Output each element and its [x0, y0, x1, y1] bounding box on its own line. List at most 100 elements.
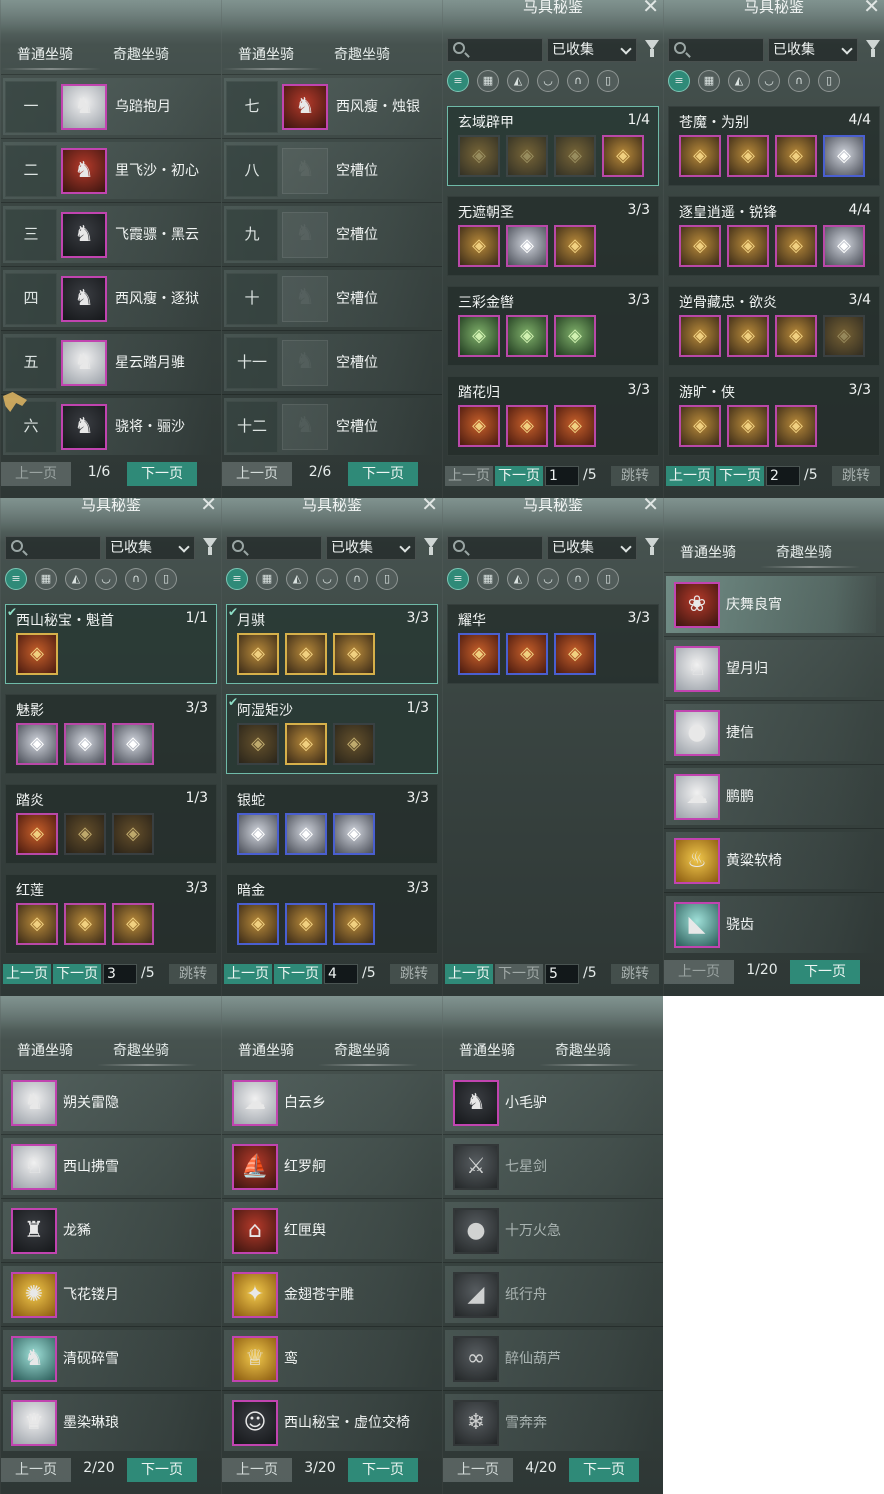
mount-row[interactable]: ♛ 墨染琳琅 — [1, 1390, 221, 1454]
gear-item-icon[interactable]: ◈ — [727, 225, 769, 267]
gear-item-icon[interactable]: ◈ — [112, 723, 154, 765]
close-icon[interactable]: ✕ — [200, 498, 217, 514]
filter-funnel-icon[interactable] — [424, 538, 438, 555]
prev-page-button[interactable]: 上一页 — [445, 964, 493, 984]
mount-row[interactable]: ♜ 龙豨 — [1, 1198, 221, 1262]
filter-funnel-icon[interactable] — [203, 538, 217, 555]
chest-gear-icon[interactable]: ◡ — [758, 70, 780, 92]
gear-set-card[interactable]: 银蛇 3/3 ◈ ◈ ◈ — [226, 784, 438, 864]
tab-normal-mounts[interactable]: 普通坐骑 — [17, 1040, 73, 1060]
gear-item-icon[interactable]: ◈ — [679, 315, 721, 357]
gear-set-card[interactable]: ✔ 阿湿矩沙 1/3 ◈ ◈ ◈ — [226, 694, 438, 774]
gear-set-card[interactable]: ✔ 月骐 3/3 ◈ ◈ ◈ — [226, 604, 438, 684]
gear-item-icon[interactable]: ◈ — [554, 633, 596, 675]
mount-row[interactable]: ♞ 朔关雷隐 — [1, 1070, 221, 1134]
prev-page-button[interactable]: 上一页 — [3, 964, 51, 984]
gear-item-icon[interactable]: ◈ — [679, 135, 721, 177]
gear-item-icon[interactable]: ◈ — [64, 903, 106, 945]
search-input[interactable] — [447, 38, 543, 62]
mount-row[interactable]: ❀ 庆舞良宵 — [664, 572, 884, 636]
gear-item-icon[interactable]: ◈ — [458, 225, 500, 267]
saddle-icon[interactable]: ∩ — [567, 568, 589, 590]
search-input[interactable] — [447, 536, 543, 560]
gear-item-icon[interactable]: ◈ — [602, 135, 644, 177]
gear-item-icon[interactable]: ◈ — [727, 405, 769, 447]
gear-item-icon[interactable]: ◈ — [506, 315, 548, 357]
collected-filter-dropdown[interactable]: 已收集 — [105, 536, 195, 560]
next-page-button[interactable]: 下一页 — [274, 964, 322, 984]
mount-row[interactable]: ☺ 西山秘宝・虚位交椅 — [222, 1390, 442, 1454]
mount-row[interactable]: ❄ 雪奔奔 — [443, 1390, 663, 1454]
saddle-icon[interactable]: ∩ — [788, 70, 810, 92]
mount-slot-row[interactable]: 三 ♞ 飞霞骠・黑云 — [1, 202, 221, 266]
mount-row[interactable]: ♞ 小毛驴 — [443, 1070, 663, 1134]
gear-set-card[interactable]: 红莲 3/3 ◈ ◈ ◈ — [5, 874, 217, 954]
grid-view-icon[interactable]: ▦ — [35, 568, 57, 590]
gear-set-card[interactable]: 逆骨藏忠・欲炎 3/4 ◈ ◈ ◈ ◈ — [668, 286, 880, 366]
tab-fun-mounts[interactable]: 奇趣坐骑 — [334, 44, 390, 64]
filter-funnel-icon[interactable] — [866, 40, 880, 57]
jump-button[interactable]: 跳转 — [390, 964, 438, 984]
saddle-icon[interactable]: ∩ — [125, 568, 147, 590]
foot-gear-icon[interactable]: ▯ — [155, 568, 177, 590]
gear-item-icon[interactable]: ◈ — [285, 813, 327, 855]
collected-filter-dropdown[interactable]: 已收集 — [768, 38, 858, 62]
tab-fun-mounts[interactable]: 奇趣坐骑 — [776, 542, 832, 562]
gear-item-icon[interactable]: ◈ — [333, 633, 375, 675]
tab-normal-mounts[interactable]: 普通坐骑 — [238, 44, 294, 64]
next-page-button[interactable]: 下一页 — [53, 964, 101, 984]
next-page-button[interactable]: 下一页 — [127, 462, 197, 486]
prev-page-button[interactable]: 上一页 — [445, 466, 493, 486]
mount-slot-row[interactable]: 八 ♞ 空槽位 — [222, 138, 442, 202]
mount-slot-row[interactable]: 五 ♞ 星云踏月骓 — [1, 330, 221, 394]
mount-row[interactable]: ☁ 鹏鹏 — [664, 764, 884, 828]
jump-button[interactable]: 跳转 — [611, 466, 659, 486]
gear-item-icon[interactable]: ◈ — [64, 813, 106, 855]
close-icon[interactable]: ✕ — [642, 498, 659, 514]
list-view-icon[interactable]: ≡ — [226, 568, 248, 590]
prev-page-button[interactable]: 上一页 — [222, 1458, 292, 1482]
head-gear-icon[interactable]: ◭ — [507, 70, 529, 92]
gear-item-icon[interactable]: ◈ — [679, 225, 721, 267]
prev-page-button[interactable]: 上一页 — [1, 1458, 71, 1482]
next-page-button[interactable]: 下一页 — [127, 1458, 197, 1482]
gear-item-icon[interactable]: ◈ — [16, 903, 58, 945]
gear-item-icon[interactable]: ◈ — [554, 405, 596, 447]
list-view-icon[interactable]: ≡ — [447, 70, 469, 92]
list-view-icon[interactable]: ≡ — [668, 70, 690, 92]
head-gear-icon[interactable]: ◭ — [286, 568, 308, 590]
gear-item-icon[interactable]: ◈ — [285, 723, 327, 765]
mount-row[interactable]: ♨ 黄粱软椅 — [664, 828, 884, 892]
next-page-button[interactable]: 下一页 — [348, 462, 418, 486]
gear-item-icon[interactable]: ◈ — [285, 903, 327, 945]
gear-item-icon[interactable]: ◈ — [823, 315, 865, 357]
tab-normal-mounts[interactable]: 普通坐骑 — [459, 1040, 515, 1060]
mount-row[interactable]: ♘ 望月归 — [664, 636, 884, 700]
chest-gear-icon[interactable]: ◡ — [537, 70, 559, 92]
gear-item-icon[interactable]: ◈ — [823, 135, 865, 177]
gear-item-icon[interactable]: ◈ — [554, 225, 596, 267]
foot-gear-icon[interactable]: ▯ — [597, 568, 619, 590]
list-view-icon[interactable]: ≡ — [447, 568, 469, 590]
gear-item-icon[interactable]: ◈ — [775, 135, 817, 177]
mount-row[interactable]: ● 捷信 — [664, 700, 884, 764]
next-page-button[interactable]: 下一页 — [716, 466, 764, 486]
gear-set-card[interactable]: ✔ 西山秘宝・魁首 1/1 ◈ — [5, 604, 217, 684]
tab-normal-mounts[interactable]: 普通坐骑 — [238, 1040, 294, 1060]
search-input[interactable] — [668, 38, 764, 62]
mount-row[interactable]: ⛵ 红罗舸 — [222, 1134, 442, 1198]
gear-item-icon[interactable]: ◈ — [16, 633, 58, 675]
mount-row[interactable]: ⚔ 七星剑 — [443, 1134, 663, 1198]
head-gear-icon[interactable]: ◭ — [507, 568, 529, 590]
gear-item-icon[interactable]: ◈ — [554, 315, 596, 357]
gear-item-icon[interactable]: ◈ — [506, 405, 548, 447]
tab-normal-mounts[interactable]: 普通坐骑 — [680, 542, 736, 562]
list-view-icon[interactable]: ≡ — [5, 568, 27, 590]
foot-gear-icon[interactable]: ▯ — [376, 568, 398, 590]
prev-page-button[interactable]: 上一页 — [666, 466, 714, 486]
tab-fun-mounts[interactable]: 奇趣坐骑 — [113, 44, 169, 64]
gear-set-card[interactable]: 暗金 3/3 ◈ ◈ ◈ — [226, 874, 438, 954]
mount-slot-row[interactable]: 七 ♞ 西风瘦・烛银 — [222, 74, 442, 138]
next-page-button[interactable]: 下一页 — [495, 964, 543, 984]
page-number-input[interactable]: 4 — [324, 964, 358, 984]
